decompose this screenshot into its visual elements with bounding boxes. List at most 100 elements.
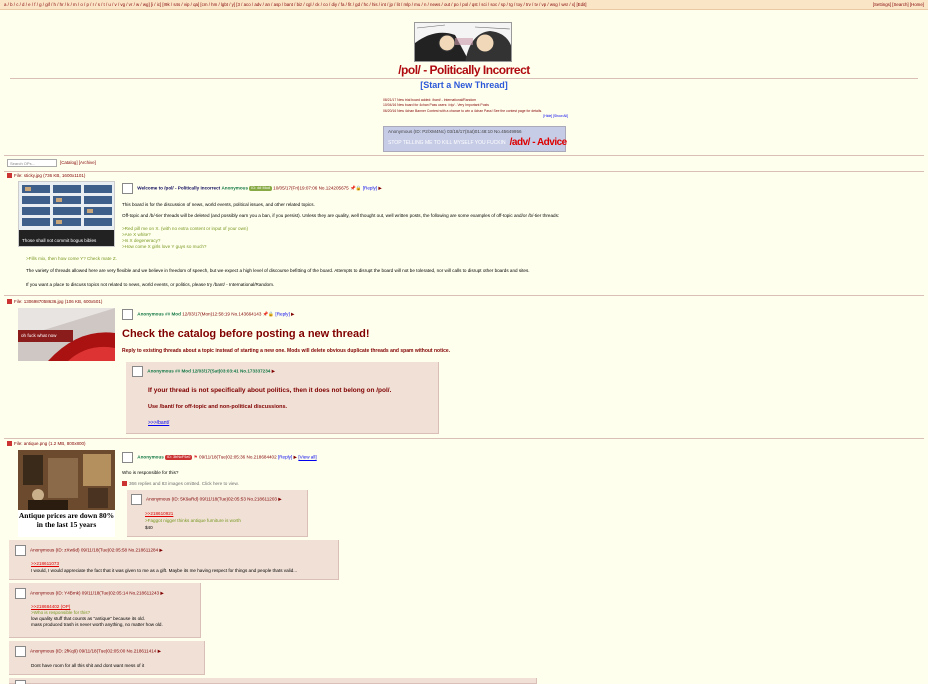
post-checkbox[interactable]	[131, 494, 142, 505]
greentext: >Is X degeneracy?	[122, 238, 161, 243]
reply-name-meta[interactable]: Anonymous (ID: 5K9aRd) 09/11/18(Tue)02:0…	[146, 497, 277, 502]
menu-arrow-icon[interactable]: ▶	[158, 649, 162, 654]
poster-name: Anonymous	[221, 185, 248, 191]
board-navigation-bar: a / b / c / d / e / f / g / gif / h / hr…	[0, 0, 928, 10]
greentext: >Who is responsible for this?	[31, 610, 91, 615]
reply-name-meta[interactable]: Anonymous (ID: zXw9d) 09/11/18(Tue)02:05…	[30, 548, 158, 553]
board-list[interactable]: a / b / c / d / e / f / g / gif / h / hr…	[4, 2, 586, 8]
reply-line: Use /bant/ for off-topic and non-politic…	[148, 404, 288, 410]
board-link[interactable]: >>>/bant/	[148, 420, 169, 426]
post-checkbox[interactable]	[122, 183, 133, 194]
hide-thread-icon[interactable]	[7, 441, 12, 447]
view-link[interactable]: [View all]	[298, 455, 316, 460]
post-checkbox[interactable]	[15, 646, 26, 657]
post-checkbox[interactable]	[122, 452, 133, 463]
thumb-caption: Those shall not commit bogus bibles	[22, 238, 97, 243]
file-info: File: antique.png (1.2 MB, 800x800)	[7, 441, 86, 447]
reply-link[interactable]: [Reply]	[278, 455, 292, 460]
file-info: File: 1306987058636.jpg (106 KB, 600x501…	[7, 299, 102, 305]
advertisement-banner[interactable]: Anonymous (ID: P2/XM4Nc) 03/18/17(Sat)01…	[383, 126, 568, 152]
op-post-header: Welcome to /pol/ - Politically Incorrect…	[122, 183, 382, 194]
hide-thread-icon[interactable]	[7, 299, 12, 305]
poster-id: ID: 3bNcF9z0	[165, 455, 193, 460]
reply-text: low quality stuff that counts as "antiqu…	[31, 616, 146, 621]
reply-post: Anonymous (ID: zXw9d) 09/11/18(Tue)02:05…	[9, 540, 339, 580]
quote-link[interactable]: >>218684402 (OP)	[31, 604, 70, 610]
reply-text: $40	[145, 525, 153, 530]
post-text: The variety of threads allowed here are …	[26, 268, 530, 273]
reply-post: Anonymous (ID: 2fKq9) 09/11/18(Tue)02:05…	[9, 641, 205, 675]
post-text: If you want a place to discuss topics no…	[26, 282, 275, 287]
post-text: Who is responsible for this?	[122, 470, 179, 475]
divider	[4, 171, 924, 172]
post-checkbox[interactable]	[132, 366, 143, 377]
post-meta[interactable]: 10/05/17(Fri)19:07:06 No.124205675	[273, 186, 349, 191]
hide-thread-icon[interactable]	[7, 173, 12, 179]
menu-arrow-icon[interactable]: ▶	[378, 186, 382, 191]
post-checkbox[interactable]	[15, 545, 26, 556]
thumb-caption: oh fuck what now	[21, 333, 57, 338]
greentext: >Red pill me on X. (with no extra conten…	[122, 226, 249, 231]
reply-text: I would, I would appreciate the fact tha…	[31, 568, 298, 573]
divider	[4, 295, 924, 296]
announcement-item: 06/20/16 New 4chan Banner Contest with a…	[383, 108, 543, 113]
announcement-toggle[interactable]: [Hide] [Show All]	[383, 114, 568, 118]
pin-icon: 📌🔒	[262, 311, 275, 317]
omitted-text[interactable]: 366 replies and 83 images omitted. Click…	[129, 481, 239, 486]
sticky-headline: Check the catalog before posting a new t…	[122, 328, 370, 340]
reply-header: Anonymous ## Mod 12/03/17(Sat)03:03:41 N…	[132, 366, 275, 377]
post-meta[interactable]: 12/03/17(Mon)12:58:19 No.143664143	[182, 312, 261, 317]
post-text: Off-topic and /b/-tier threads will be d…	[122, 213, 560, 218]
reply-text: Dont have room for all this shit and don…	[31, 663, 145, 668]
reply-post: Anonymous (ID: 5K9aRd) 09/11/18(Tue)02:0…	[127, 490, 308, 537]
top-links[interactable]: [Settings] [Search] [Home]	[873, 2, 924, 8]
search-ops-input[interactable]: Search OPs...	[7, 159, 57, 167]
thread-thumbnail[interactable]: oh fuck what now	[18, 308, 115, 361]
menu-arrow-icon[interactable]: ▶	[278, 497, 282, 502]
reply-name-meta[interactable]: Anonymous (ID: 2fKq9) 09/11/18(Tue)02:05…	[30, 649, 156, 654]
reply-post-partial	[9, 678, 537, 684]
reply-header: Anonymous (ID: 5K9aRd) 09/11/18(Tue)02:0…	[131, 494, 282, 505]
thread-thumbnail[interactable]: Antique prices are down 80% in the last …	[18, 450, 115, 537]
post-checkbox[interactable]	[15, 680, 26, 684]
divider	[4, 155, 924, 156]
expand-icon[interactable]	[122, 481, 127, 487]
announcement-item: 08/21/17 New trial board added: /bant/ -…	[383, 98, 477, 102]
menu-arrow-icon[interactable]: ▶	[159, 548, 163, 553]
sticky-subtext: Reply to existing threads about a topic …	[122, 348, 451, 354]
reply-name-meta[interactable]: Anonymous (ID: Y4Bmk) 09/11/18(Tue)02:05…	[30, 591, 159, 596]
file-link[interactable]: File: antique.png (1.2 MB, 800x800)	[14, 441, 86, 446]
poster-id: ID: ## Mod	[249, 186, 272, 191]
post-subject: Welcome to /pol/ - Politically Incorrect	[137, 185, 221, 191]
quote-link[interactable]: >>218611073	[31, 561, 59, 567]
reply-link[interactable]: [Reply]	[363, 186, 377, 191]
greentext: >How come X girls love Y guys so much?	[122, 244, 207, 249]
op-post-header: Anonymous ID: 3bNcF9z0 ⚑ 09/11/18(Tue)02…	[122, 452, 317, 463]
file-link[interactable]: File: sticky.jpg (736 KB, 1600x1101)	[14, 173, 85, 178]
reply-header: Anonymous (ID: zXw9d) 09/11/18(Tue)02:05…	[15, 545, 163, 556]
quote-link[interactable]: >>218610921	[145, 511, 173, 517]
file-link[interactable]: File: 1306987058636.jpg (106 KB, 600x501…	[14, 299, 102, 304]
post-checkbox[interactable]	[15, 588, 26, 599]
reply-header: Anonymous (ID: Y4Bmk) 09/11/18(Tue)02:05…	[15, 588, 164, 599]
menu-arrow-icon[interactable]: ▶	[272, 369, 276, 374]
omitted-notice: 366 replies and 83 images omitted. Click…	[122, 481, 239, 487]
poster-name: Anonymous ## Mod	[137, 311, 181, 317]
post-text: This board is for the discussion of news…	[122, 202, 315, 207]
post-meta[interactable]: 09/11/18(Tue)02:05:36 No.218684402	[199, 455, 277, 460]
reply-link[interactable]: [Reply]	[275, 312, 289, 317]
announcements: 08/21/17 New trial board added: /bant/ -…	[383, 98, 568, 119]
reply-name-meta[interactable]: Anonymous ## Mod 12/03/17(Sat)03:03:41 N…	[147, 369, 270, 374]
menu-arrow-icon[interactable]: ▶	[291, 312, 295, 317]
start-thread-link[interactable]: [Start a New Thread]	[0, 80, 928, 91]
ad-top-text: Anonymous (ID: P2/XM4Nc) 03/18/17(Sat)01…	[388, 129, 522, 134]
file-info: File: sticky.jpg (736 KB, 1600x1101)	[7, 173, 85, 179]
thread-thumbnail[interactable]: Those shall not commit bogus bibles	[18, 181, 115, 247]
ad-big-text: /adv/ - Advice	[509, 136, 568, 148]
announcement-item: 10/04/16 New board for 4chan Pass users:…	[383, 103, 489, 108]
menu-arrow-icon[interactable]: ▶	[294, 455, 298, 460]
catalog-archive-links[interactable]: [Catalog] [Archive]	[60, 160, 96, 166]
reply-text: mass produced trash is never worth anyth…	[31, 622, 163, 627]
menu-arrow-icon[interactable]: ▶	[160, 591, 164, 596]
post-checkbox[interactable]	[122, 309, 133, 320]
